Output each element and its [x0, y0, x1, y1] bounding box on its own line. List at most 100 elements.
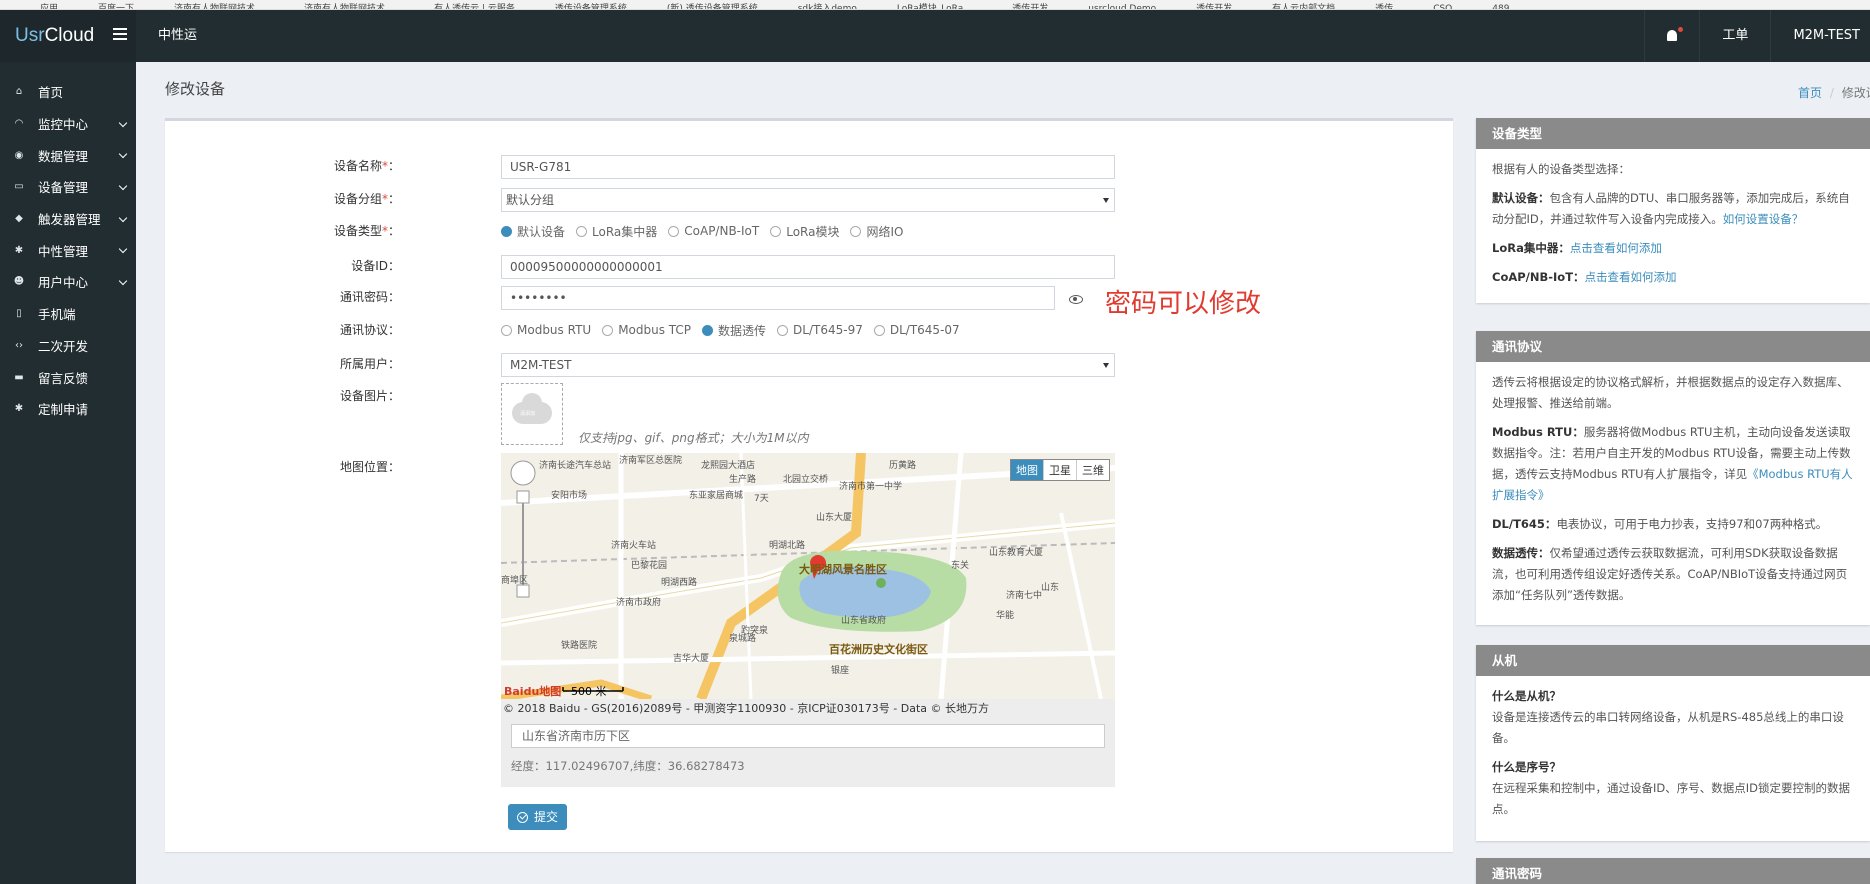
protocol-radio-1[interactable]: Modbus TCP [602, 323, 691, 337]
map-place-label: 商埠区 [501, 576, 529, 586]
help-link[interactable]: 点击查看如何添加 [1570, 241, 1662, 255]
eye-icon[interactable] [1069, 295, 1083, 304]
check-circle-icon [517, 811, 528, 823]
sidebar-item-8[interactable]: ‹› 二次开发 [0, 330, 136, 362]
owner-select[interactable]: M2M-TEST [501, 353, 1115, 377]
type-radio-4[interactable]: 网络IO [850, 223, 903, 240]
sidebar-icon: ✱ [14, 244, 24, 256]
sidebar-item-6[interactable]: ☻ 用户中心 [0, 266, 136, 298]
ticket-link[interactable]: 工单 [1699, 10, 1770, 62]
chevron-down-icon [118, 213, 128, 222]
map-type-2[interactable]: 三维 [1076, 460, 1109, 480]
protocol-radio-4[interactable]: DL/T645-07 [873, 323, 960, 337]
type-radio-2[interactable]: CoAP/NB-IoT [668, 224, 759, 238]
panel-paragraph: 默认设备：包含有人品牌的DTU、串口服务器等，添加完成后，系统自动分配ID，并通… [1492, 191, 1850, 226]
map-place-label: 巴黎花园 [631, 561, 668, 571]
map-place-label: 百花洲历史文化街区 [829, 643, 928, 656]
panel-paragraph: 数据透传：仅希望通过透传云获取数据流，可利用SDK获取设备数据流，也可利用透传组… [1492, 546, 1848, 602]
map-type-1[interactable]: 卫星 [1043, 460, 1076, 480]
help-panel-1: 通讯协议 透传云将根据设定的协议格式解析，并根据数据点的设定存入数据库、处理报警、… [1476, 331, 1870, 625]
header-right: 工单 M2M-TEST [1644, 10, 1870, 62]
menu-toggle-icon[interactable] [113, 28, 127, 40]
map-type-0[interactable]: 地图 [1011, 460, 1043, 480]
map-place-label: 7天 [754, 494, 769, 504]
sidebar-item-5[interactable]: ✱ 中性管理 [0, 234, 136, 266]
panel-paragraph: CoAP/NB-IoT：点击查看如何添加 [1492, 270, 1677, 284]
password-input[interactable]: •••••••• [501, 286, 1055, 310]
sidebar-item-label: 数据管理 [38, 148, 89, 164]
map-place-label: 明湖北路 [769, 541, 806, 551]
protocol-radio-0[interactable]: Modbus RTU [501, 323, 591, 337]
radio-circle-icon [501, 225, 512, 237]
radio-circle-icon [777, 324, 789, 336]
type-radio-1[interactable]: LoRa集中器 [576, 223, 657, 240]
annotation-text: 密码可以修改 [1105, 289, 1262, 319]
sidebar-item-label: 手机端 [38, 307, 76, 323]
device-id-label: 设备ID： [351, 259, 400, 273]
sidebar-icon: ✱ [14, 403, 24, 415]
group-select[interactable]: 默认分组 [501, 188, 1115, 212]
protocol-radio-3[interactable]: DL/T645-97 [777, 323, 863, 337]
chevron-down-icon [118, 276, 128, 286]
image-hint: 仅支持jpg、gif、png格式；大小为1M以内 [578, 431, 809, 445]
map-place-label: 山东大厦 [816, 513, 853, 523]
map-place-label: 济南七中 [1006, 591, 1043, 601]
sidebar: ⌂ 首页 ◠ 监控中心 ◉ 数据管理 ▭ 设备管理 ◆ 触发器管理 ✱ 中性管理 ☻ 用户中心 ▯ 手机端 ‹›… [0, 62, 136, 884]
map-place-label: 东亚家居商城 [689, 491, 744, 501]
top-header: UsrCloud 中性运 工单 M2M-TEST [0, 10, 1870, 62]
map-type-switch: 地图 卫星 三维 [1010, 459, 1110, 481]
device-name-input[interactable]: USR-G781 [501, 155, 1115, 179]
bell-icon [1667, 30, 1678, 41]
image-upload-box[interactable]: 请添加 [501, 383, 563, 445]
chevron-down-icon [118, 181, 128, 191]
sidebar-item-label: 定制申请 [38, 402, 89, 418]
baidu-logo: Baidu地图 [504, 685, 562, 698]
panel-body: 透传云将根据设定的协议格式解析，并根据数据点的设定存入数据库、处理报警、推送给前… [1476, 362, 1870, 606]
panel-paragraph: LoRa集中器：点击查看如何添加 [1492, 241, 1662, 255]
map-container: 济南长途汽车总站 济南军区总医院 龙熙园大酒店 生产路 北园立交桥 历黄路 济南市第一中学安… [501, 453, 1115, 787]
sidebar-item-3[interactable]: ▭ 设备管理 [0, 171, 136, 203]
map-place-label: 山东 [1041, 583, 1060, 593]
panel-body: 什么是从机？ 设备是连接透传云的串口转网络设备，从机是RS-485总线上的串口设备… [1476, 676, 1870, 820]
radio-circle-icon [602, 324, 614, 336]
radio-circle-icon [850, 225, 862, 237]
notifications-button[interactable] [1644, 10, 1699, 62]
breadcrumb-home[interactable]: 首页 [1798, 86, 1822, 100]
sidebar-item-label: 监控中心 [38, 117, 89, 133]
sidebar-icon: ⌂ [15, 86, 23, 98]
sidebar-icon: ▭ [14, 181, 24, 193]
sidebar-item-7[interactable]: ▯ 手机端 [0, 298, 136, 330]
sidebar-icon: ▬ [14, 371, 24, 383]
map-place-label: 北园立交桥 [783, 475, 829, 485]
type-radio-0[interactable]: 默认设备 [501, 223, 565, 240]
protocol-radio-2[interactable]: 数据透传 [702, 322, 766, 339]
sidebar-item-0[interactable]: ⌂ 首页 [0, 76, 136, 108]
sidebar-item-2[interactable]: ◉ 数据管理 [0, 139, 136, 171]
help-link[interactable]: 如何设置设备？ [1723, 212, 1804, 226]
sidebar-item-9[interactable]: ▬ 留言反馈 [0, 361, 136, 393]
device-name-label: 设备名称*： [333, 159, 400, 173]
submit-button[interactable]: 提交 [508, 804, 568, 830]
address-input[interactable]: 山东省济南市历下区 [511, 724, 1105, 748]
help-link[interactable]: 点击查看如何添加 [1585, 270, 1677, 284]
sidebar-icon: ◆ [15, 213, 23, 225]
radio-circle-icon [576, 225, 588, 237]
panel-title: 通讯密码 [1476, 858, 1870, 884]
map-view[interactable]: 济南长途汽车总站 济南军区总医院 龙熙园大酒店 生产路 北园立交桥 历黄路 济南市第一中学安… [501, 453, 1115, 699]
device-id-input[interactable]: 00009500000000000001 [501, 255, 1115, 279]
sidebar-item-4[interactable]: ◆ 触发器管理 [0, 203, 136, 235]
sidebar-icon: ‹› [15, 339, 23, 351]
header-title: 中性运 [158, 28, 198, 43]
map-place-label: 济南市第一中学 [839, 482, 903, 492]
map-place-label: 济南长途汽车总站 [539, 461, 612, 471]
help-panel-3: 通讯密码 [1476, 858, 1870, 884]
breadcrumb-current: 修改设备 [1841, 86, 1870, 100]
sidebar-item-10[interactable]: ✱ 定制申请 [0, 393, 136, 425]
sidebar-item-label: 中性管理 [38, 243, 89, 259]
user-menu[interactable]: M2M-TEST [1770, 10, 1870, 62]
map-place-label: 龙熙园大酒店 [701, 461, 756, 471]
sidebar-item-1[interactable]: ◠ 监控中心 [0, 108, 136, 140]
panel-paragraph: 什么是从机？ 设备是连接透传云的串口转网络设备，从机是RS-485总线上的串口设备… [1492, 689, 1844, 745]
type-radio-3[interactable]: LoRa模块 [770, 223, 839, 240]
sidebar-icon: ▯ [16, 308, 22, 320]
